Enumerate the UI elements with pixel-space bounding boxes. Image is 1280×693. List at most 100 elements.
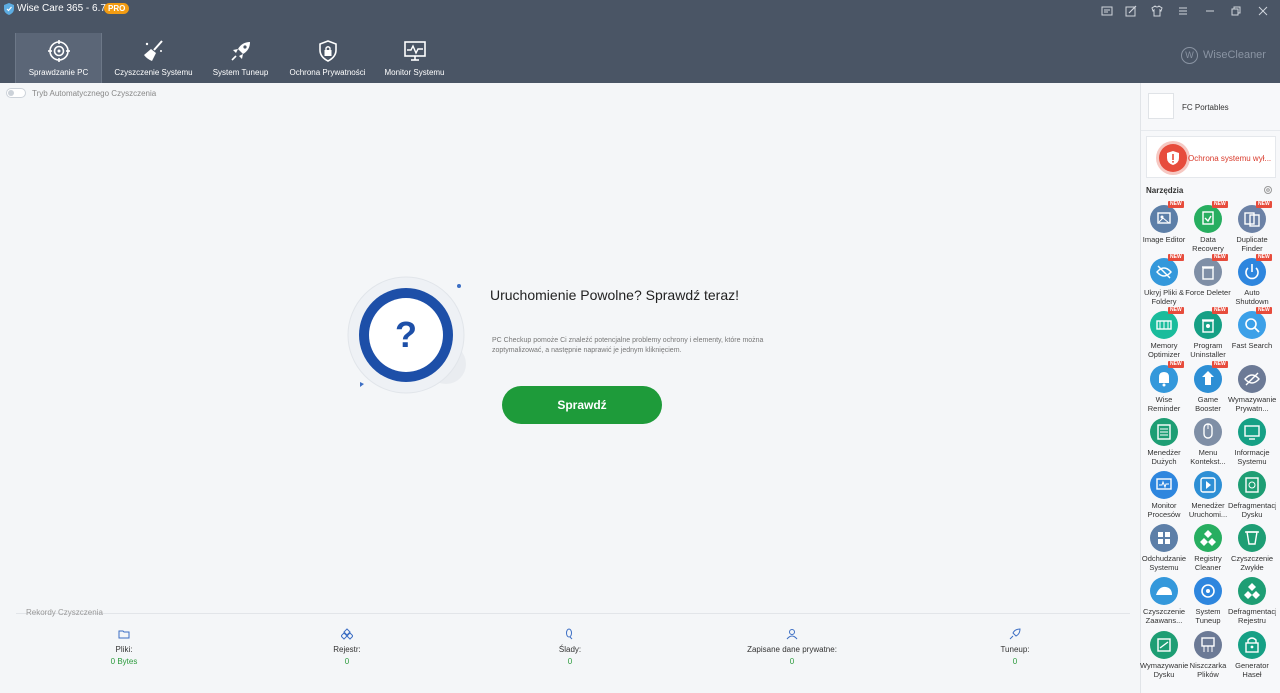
tool-icon (1150, 364, 1178, 393)
new-badge: NEW (1212, 201, 1228, 208)
tool-item[interactable]: Menedżer Uruchomi... (1186, 466, 1230, 519)
auto-clean-toggle[interactable] (6, 88, 26, 98)
tool-item[interactable]: Defragmentacja Rejestru (1228, 572, 1276, 625)
broom-icon (143, 40, 163, 61)
lock-shield-icon (318, 40, 337, 62)
tool-label: Image Editor (1142, 235, 1186, 244)
tool-label: Program Uninstaller (1190, 341, 1226, 360)
tool-item[interactable]: Czyszczenie Zwykłe (1230, 519, 1274, 572)
tool-item[interactable]: Informacje Systemu (1230, 413, 1274, 466)
avatar (1148, 93, 1174, 119)
tool-label: Czyszczenie Zaawans... (1142, 607, 1186, 626)
minimize-icon[interactable] (1204, 4, 1216, 16)
gear-icon[interactable] (1263, 185, 1273, 195)
right-sidebar: FC Portables Ochrona systemu wył... Narz… (1140, 83, 1280, 693)
record-label: Pliki: (115, 645, 133, 654)
tool-icon (1194, 577, 1222, 606)
tab-system-cleaning[interactable]: Czyszczenie Systemu (110, 33, 197, 83)
brand-name: WiseCleaner (1203, 49, 1266, 61)
tool-label: System Tuneup (1195, 607, 1221, 626)
tool-item[interactable]: Niszczarka Plików (1186, 626, 1230, 679)
tab-label: Czyszczenie Systemu (114, 68, 193, 77)
tool-icon (1150, 630, 1178, 659)
tool-icon (1150, 205, 1178, 233)
record-traces: Ślady: 0 (500, 628, 640, 666)
tool-icon (1150, 524, 1178, 553)
tool-item[interactable]: NEW Fast Search (1230, 306, 1274, 358)
tool-label: Memory Optimizer (1147, 341, 1181, 360)
tool-icon (1194, 524, 1222, 553)
tool-item[interactable]: NEW Auto Shutdown (1230, 253, 1274, 307)
tool-label: Auto Shutdown (1235, 288, 1269, 307)
close-icon[interactable] (1257, 4, 1269, 16)
tool-label: Data Recovery (1192, 235, 1224, 253)
restore-icon[interactable] (1230, 4, 1242, 16)
tool-item[interactable]: NEW Wise Reminder (1142, 360, 1186, 413)
question-mark: ? (395, 314, 417, 355)
tool-icon (1238, 258, 1266, 287)
tool-item[interactable]: Odchudzanie Systemu (1142, 519, 1186, 572)
record-label: Ślady: (558, 645, 582, 654)
tab-label: Sprawdzanie PC (28, 68, 89, 77)
check-button[interactable]: Sprawdź (502, 386, 662, 424)
tool-item[interactable]: NEW Data Recovery (1186, 200, 1230, 253)
tool-item[interactable]: Generator Haseł (1230, 626, 1274, 679)
records-divider (16, 613, 1130, 614)
checkup-description: PC Checkup pomoże Ci znaleźć potencjalne… (492, 337, 764, 354)
tool-label: Generator Haseł (1235, 660, 1269, 679)
tool-icon (1150, 471, 1178, 499)
tab-system-tuneup[interactable]: System Tuneup (197, 33, 284, 83)
tool-item[interactable]: NEW Force Deleter (1185, 253, 1231, 305)
tool-item[interactable]: NEW Game Booster (1186, 360, 1230, 413)
tool-item[interactable]: Menu Kontekst... (1186, 413, 1230, 466)
tool-item[interactable]: Wymazywanie Dysku (1140, 626, 1188, 679)
new-badge: NEW (1168, 201, 1184, 208)
tab-pc-checkup[interactable]: Sprawdzanie PC (15, 33, 102, 83)
menu-icon[interactable] (1177, 4, 1189, 16)
tab-system-monitor[interactable]: Monitor Systemu (371, 33, 458, 83)
new-badge: NEW (1256, 201, 1272, 208)
wisecleaner-brand[interactable]: W WiseCleaner (1181, 46, 1266, 64)
tool-item[interactable]: NEW Duplicate Finder (1230, 200, 1274, 253)
registry-icon (341, 628, 353, 640)
tab-privacy-protection[interactable]: Ochrona Prywatności (284, 33, 371, 83)
app-header: Wise Care 365 - 6.7.5 PRO Sprawdzanie PC… (0, 0, 1280, 83)
protection-status-card[interactable]: Ochrona systemu wył... (1146, 136, 1276, 178)
record-label: Zapisane dane prywatne: (747, 645, 837, 654)
tool-label: Menedżer Uruchomi... (1188, 501, 1228, 519)
tool-item[interactable]: Monitor Procesów (1142, 466, 1186, 519)
monitor-icon (403, 41, 426, 61)
profile-name: FC Portables (1182, 103, 1229, 112)
tool-item[interactable]: NEW Ukryj Pliki & Foldery (1142, 253, 1186, 306)
tool-item[interactable]: Registry Cleaner (1186, 519, 1230, 572)
tool-icon (1238, 630, 1266, 659)
tool-label: Force Deleter (1185, 288, 1231, 298)
protection-status-text: Ochrona systemu wył... (1188, 154, 1272, 163)
tool-item[interactable]: Menedżer Dużych Plików (1142, 413, 1186, 466)
checkup-title: Uruchomienie Powolne? Sprawdź teraz! (490, 287, 740, 303)
tab-label: Ochrona Prywatności (289, 68, 366, 77)
shield-alert-icon (1159, 144, 1187, 172)
tool-label: Fast Search (1231, 341, 1273, 351)
tool-item[interactable]: NEW Image Editor (1142, 200, 1186, 252)
footprint-icon (566, 628, 573, 640)
profile-panel[interactable]: FC Portables (1141, 83, 1280, 131)
tool-item[interactable]: NEW Program Uninstaller (1186, 306, 1230, 360)
record-value: 0 (567, 657, 573, 666)
feedback-icon[interactable] (1101, 4, 1113, 16)
tool-icon (1194, 205, 1222, 233)
tool-label: Informacje Systemu (1234, 447, 1270, 466)
title-bar: Wise Care 365 - 6.7.5 PRO (0, 0, 1280, 20)
tool-icon (1194, 364, 1222, 393)
new-badge: NEW (1168, 360, 1184, 368)
tool-item[interactable]: Wymazywanie Prywatn... (1228, 360, 1276, 413)
tool-item[interactable]: System Tuneup (1186, 572, 1230, 626)
edit-icon[interactable] (1125, 4, 1137, 17)
skin-shirt-icon[interactable] (1151, 4, 1163, 17)
record-value: 0 (344, 657, 350, 666)
tool-item[interactable]: Czyszczenie Zaawans... (1142, 572, 1186, 626)
record-value: 0 Bytes (110, 657, 138, 666)
tool-item[interactable]: Defragmentacja Dysku (1228, 466, 1276, 519)
tool-item[interactable]: NEW Memory Optimizer (1142, 306, 1186, 360)
tool-icon (1238, 311, 1266, 340)
